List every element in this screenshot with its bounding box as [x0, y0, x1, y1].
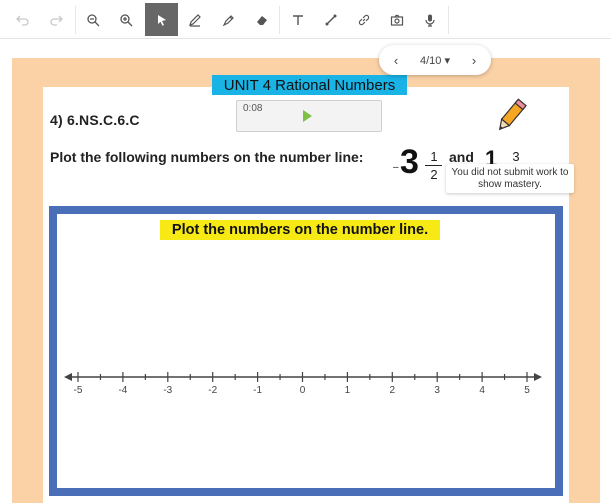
tick-label: 3	[434, 385, 440, 396]
tick-label: 1	[345, 385, 351, 396]
tick-label: 2	[390, 385, 396, 396]
tick-label: 0	[300, 385, 306, 396]
tick-label: -2	[208, 385, 217, 396]
tick-label: 5	[524, 385, 530, 396]
tick-label: -3	[163, 385, 172, 396]
arrow-right-icon	[534, 373, 542, 381]
tick-label: -4	[118, 385, 127, 396]
number-line: -5 -4 -3 -2 -1 0 1 2 3 4 5	[64, 372, 542, 396]
tick-label: -5	[74, 385, 83, 396]
arrow-left-icon	[64, 373, 72, 381]
tick-label: 4	[479, 385, 485, 396]
tick-label: -1	[253, 385, 262, 396]
